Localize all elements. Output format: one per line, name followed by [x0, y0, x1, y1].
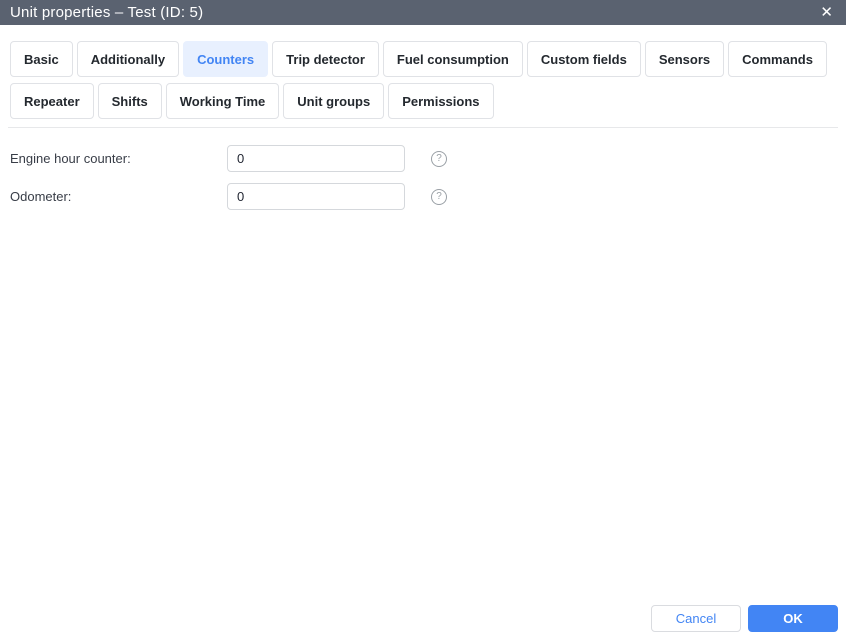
- dialog-footer: Cancel OK: [651, 605, 838, 632]
- cancel-button[interactable]: Cancel: [651, 605, 741, 632]
- tab-additionally[interactable]: Additionally: [76, 41, 180, 77]
- form-row-engine-hour-counter: Engine hour counter: ?: [10, 145, 836, 172]
- engine-hour-counter-input[interactable]: [227, 145, 405, 172]
- odometer-input[interactable]: [227, 183, 405, 210]
- tab-commands[interactable]: Commands: [728, 41, 827, 77]
- engine-hour-counter-label: Engine hour counter:: [10, 151, 131, 166]
- ok-button[interactable]: OK: [748, 605, 838, 632]
- help-icon[interactable]: ?: [431, 150, 447, 167]
- counters-form: Engine hour counter: ? Odometer: ?: [0, 128, 846, 210]
- form-row-odometer: Odometer: ?: [10, 183, 836, 210]
- tab-sensors[interactable]: Sensors: [644, 41, 725, 77]
- tab-trip-detector[interactable]: Trip detector: [272, 41, 379, 77]
- tab-permissions[interactable]: Permissions: [388, 83, 494, 119]
- tab-custom-fields[interactable]: Custom fields: [526, 41, 641, 77]
- tab-shifts[interactable]: Shifts: [97, 83, 162, 119]
- tab-working-time[interactable]: Working Time: [165, 83, 280, 119]
- tab-basic[interactable]: Basic: [10, 41, 73, 77]
- tab-fuel-consumption[interactable]: Fuel consumption: [382, 41, 523, 77]
- dialog-title: Unit properties – Test (ID: 5): [10, 4, 204, 21]
- tab-repeater[interactable]: Repeater: [10, 83, 94, 119]
- tab-unit-groups[interactable]: Unit groups: [283, 83, 385, 119]
- dialog-titlebar: Unit properties – Test (ID: 5) ✕: [0, 0, 846, 25]
- tab-bar: Basic Additionally Counters Trip detecto…: [0, 25, 846, 119]
- help-icon[interactable]: ?: [431, 188, 447, 205]
- odometer-label: Odometer:: [10, 189, 72, 204]
- close-icon[interactable]: ✕: [817, 3, 836, 22]
- tab-counters[interactable]: Counters: [183, 41, 269, 77]
